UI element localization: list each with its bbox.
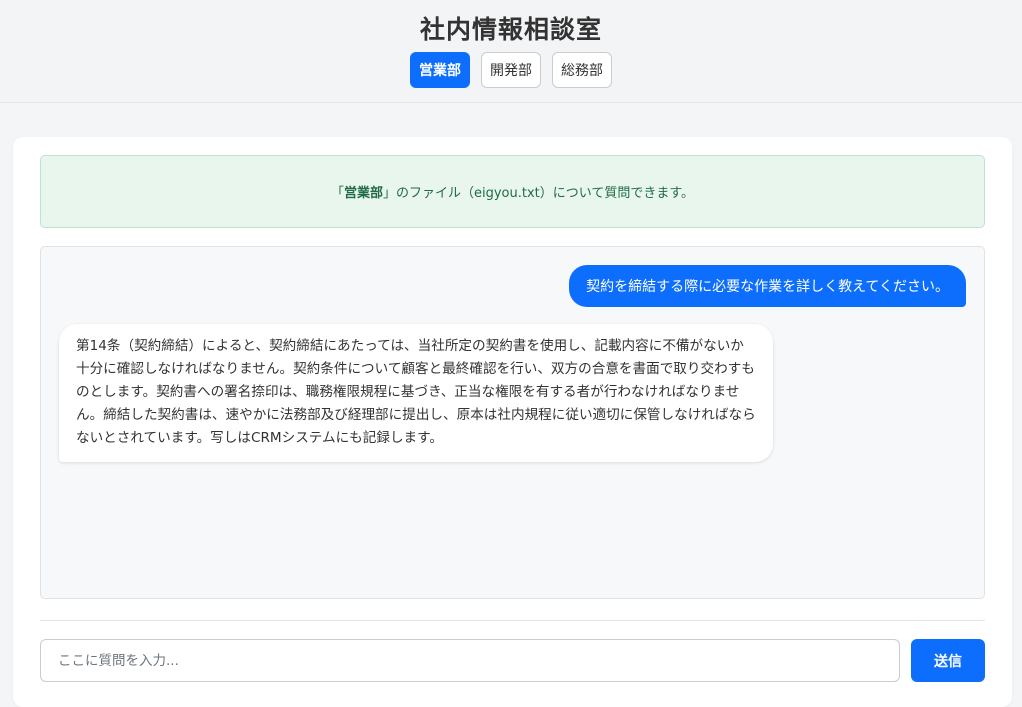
bot-message: 第14条（契約締結）によると、契約締結にあたっては、当社所定の契約書を使用し、記… — [59, 324, 773, 462]
notice-suffix: 」のファイル（eigyou.txt）について質問できます。 — [382, 186, 695, 201]
file-notice: 「営業部 」のファイル（eigyou.txt）について質問できます。 — [40, 155, 985, 228]
header: 社内情報相談室 営業部 開発部 総務部 — [0, 0, 1022, 103]
notice-prefix: 「 — [330, 186, 344, 201]
tab-general-affairs[interactable]: 総務部 — [552, 52, 612, 88]
app-title: 社内情報相談室 — [419, 15, 602, 44]
question-input[interactable] — [40, 639, 900, 682]
main-card: 「営業部 」のファイル（eigyou.txt）について質問できます。 契約を締結す… — [13, 137, 1012, 707]
department-tabs: 営業部 開発部 総務部 — [0, 52, 1022, 88]
chat-area[interactable]: 契約を締結する際に必要な作業を詳しく教えてください。 第14条（契約締結）による… — [40, 246, 985, 599]
send-button[interactable]: 送信 — [911, 639, 985, 682]
notice-department: 営業部 — [343, 186, 383, 201]
tab-development[interactable]: 開発部 — [481, 52, 541, 88]
user-message: 契約を締結する際に必要な作業を詳しく教えてください。 — [569, 265, 966, 307]
tab-sales[interactable]: 営業部 — [410, 52, 470, 88]
divider — [40, 620, 985, 621]
